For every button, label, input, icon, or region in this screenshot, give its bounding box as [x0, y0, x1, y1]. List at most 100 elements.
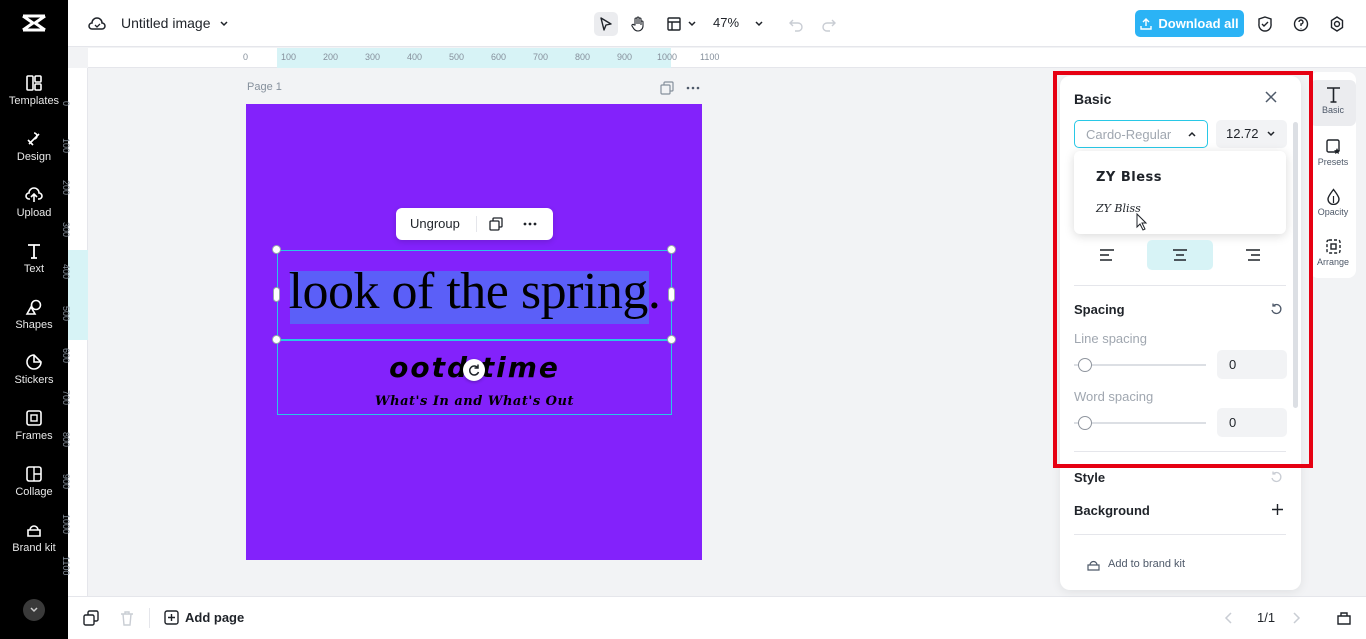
sidebar-item-shapes[interactable]: Shapes — [0, 298, 68, 332]
ruler-tick: 400 — [407, 52, 422, 62]
brand-kit-icon — [1087, 559, 1100, 572]
ruler-tick: 700 — [533, 52, 548, 62]
basic-text-icon — [1325, 86, 1342, 103]
page-more-icon[interactable] — [686, 81, 700, 95]
rail-item-arrange[interactable]: Arrange — [1310, 238, 1356, 267]
title-dropdown-chevron-icon[interactable] — [212, 12, 236, 36]
zoom-level[interactable]: 47% — [713, 15, 739, 30]
highlight-annotation-box — [1053, 71, 1313, 468]
document-title[interactable]: Untitled image — [121, 15, 211, 31]
ruler-tick: 1100 — [700, 52, 719, 62]
rail-item-basic[interactable]: Basic — [1310, 80, 1356, 126]
ungroup-button[interactable]: Ungroup — [410, 216, 460, 231]
trash-icon[interactable] — [119, 610, 135, 626]
duplicate-page-icon[interactable] — [660, 81, 674, 95]
layout-dropdown-chevron-icon[interactable] — [680, 12, 704, 36]
add-to-brand-kit-button[interactable]: Add to brand kit — [1108, 558, 1185, 570]
ruler-tick: 900 — [617, 52, 632, 62]
shapes-icon — [25, 298, 43, 316]
page-counter: 1/1 — [1257, 610, 1275, 625]
ruler-tick: 200 — [61, 180, 71, 195]
help-icon[interactable] — [1289, 12, 1313, 36]
ruler-tick: 800 — [575, 52, 590, 62]
more-options-icon[interactable] — [523, 217, 537, 231]
stickers-icon — [25, 353, 43, 371]
sidebar-item-collage[interactable]: Collage — [0, 465, 68, 499]
prev-page-icon[interactable] — [1224, 611, 1236, 625]
sidebar-item-label: Shapes — [15, 319, 52, 332]
ruler-tick: 500 — [449, 52, 464, 62]
resize-handle[interactable] — [668, 287, 675, 302]
ootd-subtitle-text[interactable]: What's In and What's Out — [279, 394, 670, 409]
resize-handle[interactable] — [667, 245, 676, 254]
sidebar-item-templates[interactable]: Templates — [0, 74, 68, 108]
expand-menu-button[interactable] — [23, 599, 45, 621]
ruler-tick: 500 — [61, 306, 71, 321]
collage-icon — [25, 465, 43, 483]
chevron-down-icon — [29, 605, 39, 615]
expand-pages-icon[interactable] — [1336, 610, 1352, 626]
resize-handle[interactable] — [272, 245, 281, 254]
add-page-button[interactable]: Add page — [185, 610, 244, 625]
resize-handle[interactable] — [272, 335, 281, 344]
sidebar-item-label: Frames — [15, 430, 52, 443]
sidebar-item-brand-kit[interactable]: Brand kit — [0, 521, 68, 555]
divider — [1074, 534, 1286, 535]
rotate-handle[interactable] — [463, 359, 485, 381]
capcut-logo-icon[interactable] — [17, 10, 51, 36]
ruler-tick: 1000 — [657, 52, 677, 62]
selection-box[interactable] — [277, 250, 672, 340]
ruler-tick: 100 — [281, 52, 296, 62]
brand-kit-icon — [25, 521, 43, 539]
ruler-tick: 1000 — [61, 514, 71, 534]
add-background-icon[interactable] — [1271, 503, 1285, 517]
rail-item-label: Basic — [1322, 105, 1344, 115]
sidebar-item-label: Collage — [15, 486, 52, 499]
sidebar-item-upload[interactable]: Upload — [0, 186, 68, 220]
sidebar-item-frames[interactable]: Frames — [0, 409, 68, 443]
ruler-tick: 200 — [323, 52, 338, 62]
ruler-tick: 800 — [61, 432, 71, 447]
ruler-tick: 100 — [61, 138, 71, 153]
resize-handle[interactable] — [667, 335, 676, 344]
resize-handle[interactable] — [273, 287, 280, 302]
next-page-icon[interactable] — [1291, 611, 1303, 625]
select-tool-icon[interactable] — [594, 12, 618, 36]
shield-icon[interactable] — [1253, 12, 1277, 36]
add-page-icon[interactable] — [164, 610, 180, 626]
cloud-sync-icon[interactable] — [85, 12, 109, 36]
download-all-button[interactable]: Download all — [1135, 10, 1244, 37]
upload-arrow-icon — [1140, 18, 1152, 30]
sidebar-item-label: Brand kit — [12, 542, 55, 555]
duplicate-icon[interactable] — [489, 217, 503, 231]
opacity-icon — [1325, 188, 1342, 205]
undo-icon[interactable] — [784, 12, 808, 36]
ruler-tick: 900 — [61, 474, 71, 489]
sidebar-item-stickers[interactable]: Stickers — [0, 353, 68, 387]
rail-item-label: Presets — [1318, 157, 1349, 167]
bottom-bar: Add page 1/1 — [68, 596, 1366, 639]
ruler-tick: 700 — [61, 390, 71, 405]
left-sidebar: Templates Design Upload Text Shapes Stic… — [0, 0, 68, 639]
reset-style-icon[interactable] — [1270, 471, 1284, 485]
settings-gear-icon[interactable] — [1325, 12, 1349, 36]
download-all-label: Download all — [1158, 16, 1238, 31]
design-icon — [25, 130, 43, 148]
layers-icon[interactable] — [83, 610, 99, 626]
hand-tool-icon[interactable] — [626, 12, 650, 36]
redo-icon[interactable] — [817, 12, 841, 36]
sidebar-item-label: Text — [24, 263, 44, 276]
rail-item-opacity[interactable]: Opacity — [1310, 188, 1356, 217]
divider — [476, 216, 477, 232]
background-section-title[interactable]: Background — [1074, 503, 1150, 518]
ruler-tick: 600 — [491, 52, 506, 62]
sidebar-item-design[interactable]: Design — [0, 130, 68, 164]
ruler-tick: 1100 — [61, 556, 71, 575]
arrange-icon — [1325, 238, 1342, 255]
page-label: Page 1 — [247, 81, 282, 93]
sidebar-item-text[interactable]: Text — [0, 242, 68, 276]
text-icon — [25, 242, 43, 260]
style-section-title[interactable]: Style — [1074, 470, 1105, 485]
rail-item-presets[interactable]: Presets — [1310, 138, 1356, 167]
zoom-dropdown-chevron-icon[interactable] — [747, 12, 771, 36]
